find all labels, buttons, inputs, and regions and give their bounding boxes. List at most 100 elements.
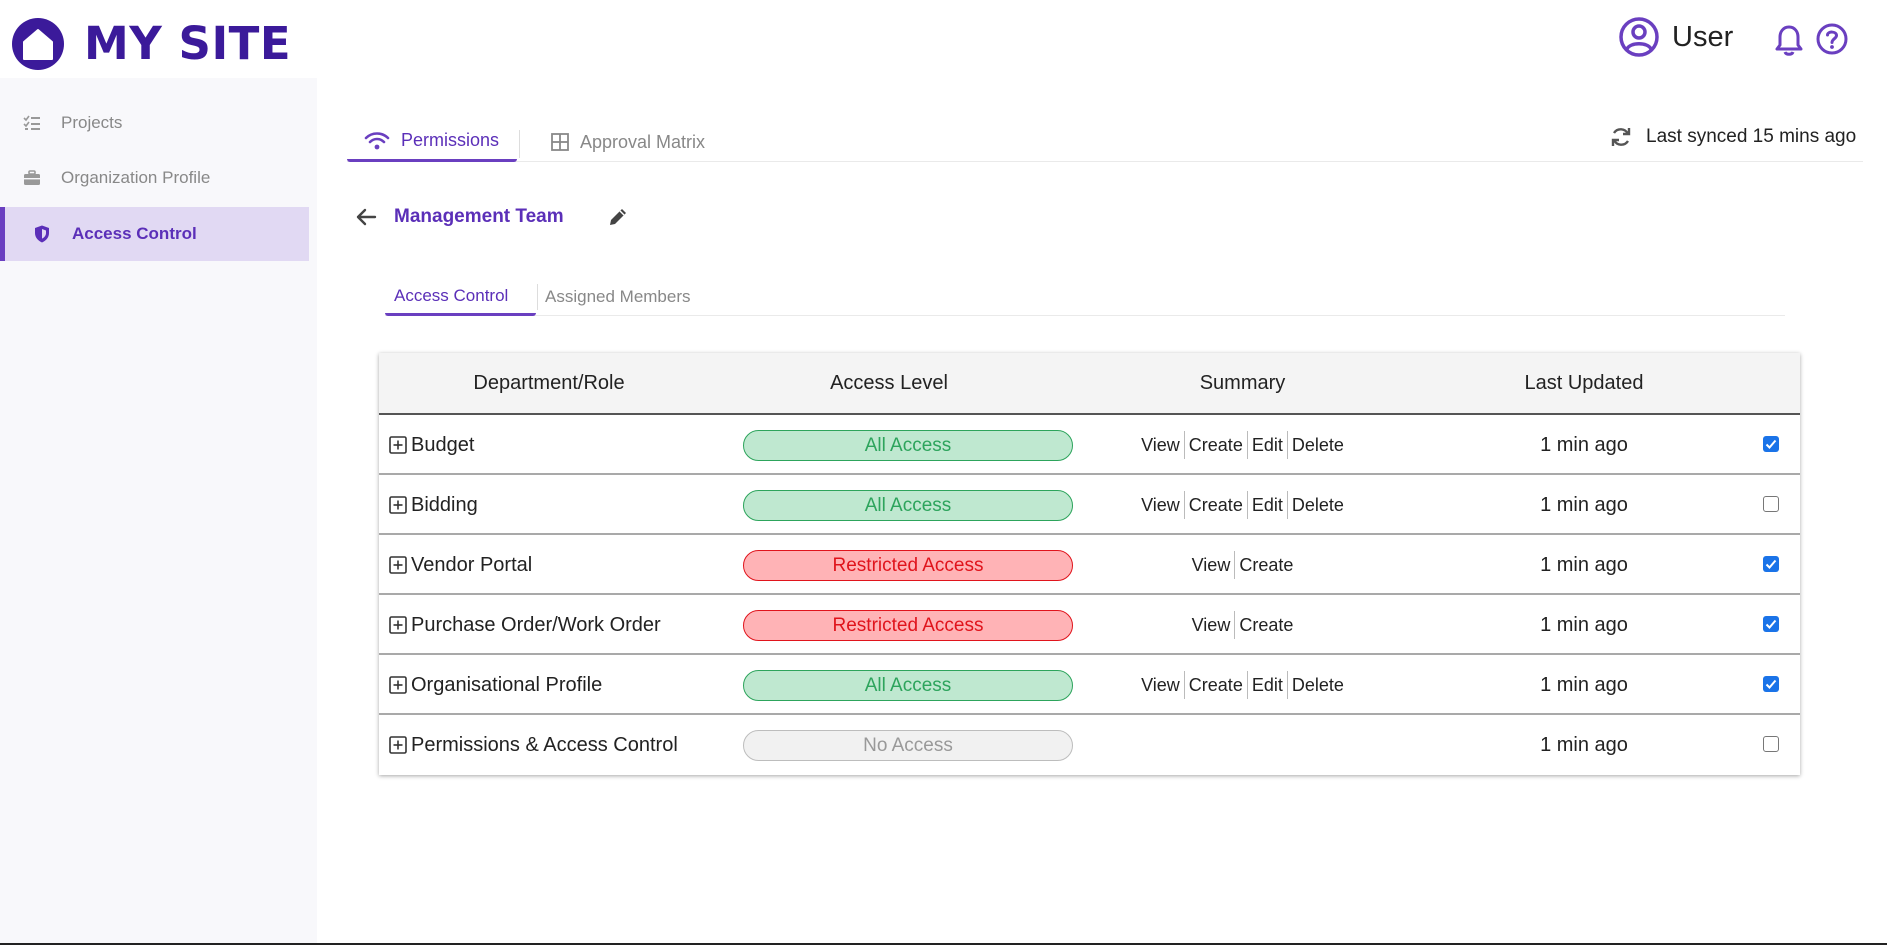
checkmark-icon [1765, 679, 1777, 689]
row-checkbox[interactable] [1763, 556, 1779, 572]
row-checkbox[interactable] [1763, 736, 1779, 752]
team-name: Management Team [394, 206, 564, 227]
permission-summary: View Create Edit Delete [1055, 431, 1430, 459]
last-updated: 1 min ago [1540, 674, 1628, 696]
access-level-badge[interactable]: Restricted Access [743, 610, 1073, 641]
checkmark-icon [1765, 619, 1777, 629]
sync-text: Last synced 15 mins ago [1646, 126, 1857, 147]
table-row: Purchase Order/Work Order Restricted Acce… [379, 595, 1800, 655]
permission-summary [1055, 731, 1430, 759]
column-header-summary: Summary [1199, 372, 1286, 394]
grid-icon [551, 133, 569, 151]
checkmark-icon [1765, 439, 1777, 449]
user-menu[interactable]: User [1618, 16, 1733, 58]
table-row: Permissions & Access Control No Access 1 m… [379, 715, 1800, 775]
permission-label: View [1191, 555, 1231, 575]
tab-label: Approval Matrix [580, 131, 706, 152]
table-body: Budget All Access View Create Edit Delete 1 mi… [379, 415, 1800, 775]
refresh-icon[interactable] [1610, 126, 1632, 148]
department-name: Budget [411, 434, 475, 456]
expand-icon[interactable] [389, 556, 407, 574]
permission-label: Create [1234, 611, 1297, 639]
list-check-icon [23, 115, 40, 130]
row-checkbox[interactable] [1763, 496, 1779, 512]
table-row: Budget All Access View Create Edit Delete 1 mi… [379, 415, 1800, 475]
last-updated: 1 min ago [1540, 734, 1628, 756]
permission-label: Edit [1246, 431, 1287, 459]
tab-assigned-members[interactable]: Assigned Members [545, 278, 691, 316]
department-name: Purchase Order/Work Order [411, 614, 661, 636]
last-updated: 1 min ago [1540, 554, 1628, 576]
last-updated: 1 min ago [1540, 494, 1628, 516]
expand-icon[interactable] [389, 496, 407, 514]
tab-permissions[interactable]: Permissions [347, 122, 517, 162]
permission-label: Edit [1246, 671, 1287, 699]
row-checkbox[interactable] [1763, 616, 1779, 632]
help-icon[interactable] [1815, 22, 1849, 56]
department-name: Permissions & Access Control [411, 734, 678, 756]
tab-divider [537, 284, 538, 310]
briefcase-icon [24, 170, 40, 185]
tab-label: Permissions [401, 130, 500, 150]
access-level-badge[interactable]: Restricted Access [743, 550, 1073, 581]
row-checkbox[interactable] [1763, 676, 1779, 692]
department-name: Bidding [411, 494, 478, 516]
access-level-badge[interactable]: All Access [743, 430, 1073, 461]
tab-divider [519, 130, 520, 158]
permission-label: View [1141, 495, 1180, 515]
table-row: Bidding All Access View Create Edit Delete 1 m… [379, 475, 1800, 535]
permission-summary: View Create [1055, 551, 1430, 579]
last-updated: 1 min ago [1540, 434, 1628, 456]
sidebar: Projects Organization Profile Access Con… [0, 78, 317, 945]
department-name: Vendor Portal [411, 554, 533, 576]
tab-approval-matrix[interactable]: Approval Matrix [534, 122, 714, 162]
sidebar-item-projects[interactable]: Projects [0, 96, 309, 150]
expand-icon[interactable] [389, 436, 407, 454]
expand-icon[interactable] [389, 676, 407, 694]
permission-label: Create [1183, 431, 1247, 459]
user-name: User [1672, 20, 1734, 53]
column-header-department: Department/Role [473, 372, 625, 394]
sub-tabs: Access Control Assigned Members [385, 278, 1785, 316]
last-updated: 1 min ago [1540, 614, 1628, 636]
access-level-badge[interactable]: All Access [743, 670, 1073, 701]
sidebar-item-access-control[interactable]: Access Control [0, 207, 309, 261]
table-row: Organisational Profile All Access View Crea… [379, 655, 1800, 715]
permission-summary: View Create Edit Delete [1055, 671, 1430, 699]
sidebar-item-label: Organization Profile [61, 168, 211, 187]
permission-label: Delete [1286, 671, 1348, 699]
permission-label: View [1141, 675, 1180, 695]
pencil-icon[interactable] [607, 206, 629, 228]
column-header-last-updated: Last Updated [1524, 372, 1644, 394]
permission-label: Create [1183, 671, 1247, 699]
shield-icon [35, 225, 49, 243]
department-name: Organisational Profile [411, 674, 603, 696]
site-name: MY SITE [84, 17, 292, 70]
checkmark-icon [1765, 559, 1777, 569]
access-level-badge[interactable]: All Access [743, 490, 1073, 521]
access-table: Department/Role Access Level Summary Las… [379, 353, 1800, 775]
site-logo[interactable]: MY SITE [12, 18, 291, 70]
back-arrow-icon[interactable] [355, 206, 377, 228]
permission-summary: View Create Edit Delete [1055, 491, 1430, 519]
row-checkbox[interactable] [1763, 436, 1779, 452]
sidebar-item-organization-profile[interactable]: Organization Profile [0, 151, 309, 205]
sync-status: Last synced 15 mins ago [1610, 126, 1856, 148]
top-header: MY SITE User [0, 0, 1887, 78]
wifi-icon [364, 131, 390, 149]
table-header: Department/Role Access Level Summary Las… [379, 353, 1800, 415]
access-level-badge[interactable]: No Access [743, 730, 1073, 761]
permission-label: Delete [1286, 491, 1348, 519]
column-header-access-level: Access Level [830, 372, 948, 394]
permission-label: Create [1234, 551, 1297, 579]
expand-icon[interactable] [389, 616, 407, 634]
permission-label: Delete [1286, 431, 1348, 459]
expand-icon[interactable] [389, 736, 407, 754]
tab-access-control[interactable]: Access Control [385, 278, 536, 316]
sidebar-item-label: Access Control [72, 224, 197, 243]
permission-label: Edit [1246, 491, 1287, 519]
permission-summary: View Create [1055, 611, 1430, 639]
user-circle-icon [1619, 17, 1659, 57]
home-logo-icon [12, 18, 64, 70]
bell-icon[interactable] [1773, 23, 1805, 57]
